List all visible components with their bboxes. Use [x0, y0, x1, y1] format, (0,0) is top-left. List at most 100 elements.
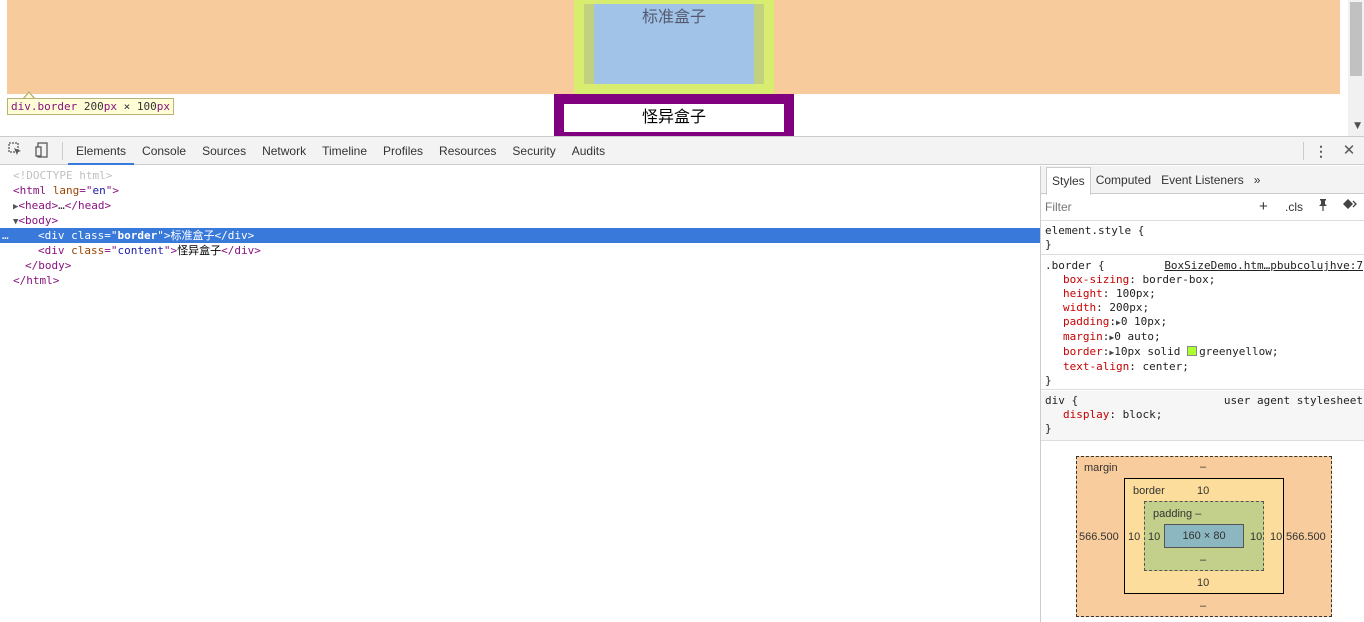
tab-timeline[interactable]: Timeline	[314, 137, 375, 165]
div1-class-attr: class	[71, 229, 105, 242]
div-tag-name: div	[44, 229, 65, 242]
prop-border[interactable]: border:▶10px solid greenyellow;	[1041, 345, 1364, 360]
device-mode-icon[interactable]	[33, 142, 51, 160]
scroll-down-icon[interactable]: ▼	[1354, 121, 1361, 131]
node-actions-ellipsis[interactable]: …	[2, 228, 9, 243]
page-viewport: 标准盒子 怪异盒子 div.border 200px × 100px ▼	[0, 0, 1364, 136]
head-collapsed: …	[58, 199, 65, 212]
head-close-tag-name: head	[78, 199, 105, 212]
color-swatch-icon[interactable]	[1187, 346, 1198, 356]
tree-div-border-selected[interactable]: … <div class="border">标准盒子</div>	[0, 228, 1040, 243]
div2-close-tag-name: div	[234, 244, 255, 257]
prop-display: display: block;	[1063, 408, 1163, 421]
prop-value: block;	[1122, 408, 1163, 421]
prop-value: border-box;	[1142, 273, 1216, 286]
prop-name: border	[1063, 345, 1103, 358]
prop-text-align[interactable]: text-align: center;	[1041, 360, 1364, 374]
tab-security[interactable]: Security	[504, 137, 563, 165]
doctype-text: <!DOCTYPE html>	[13, 169, 113, 182]
tab-styles[interactable]: Styles	[1046, 167, 1091, 195]
tree-body[interactable]: ▼<body>	[0, 213, 1040, 228]
tab-event-listeners[interactable]: Event Listeners	[1156, 166, 1249, 194]
tree-html-close[interactable]: </html>	[0, 273, 1040, 288]
div1-text: 标准盒子	[170, 229, 215, 242]
padding-bottom-value[interactable]: –	[1200, 554, 1206, 566]
styles-filter-row: + .cls	[1041, 195, 1364, 221]
tree-body-close[interactable]: </body>	[0, 258, 1040, 273]
cls-toggle-button[interactable]: .cls	[1285, 200, 1303, 214]
tab-audits[interactable]: Audits	[564, 137, 613, 165]
element-style-close: }	[1045, 238, 1052, 251]
margin-right-value[interactable]: 566.500	[1286, 531, 1326, 543]
prop-width[interactable]: width: 200px;	[1041, 301, 1364, 315]
prop-name: box-sizing	[1063, 273, 1130, 286]
div2-tag-name: div	[44, 244, 65, 257]
html-tag-name: html	[19, 184, 47, 197]
body-tag-name: body	[25, 214, 52, 227]
prop-value: 0 auto;	[1114, 330, 1161, 343]
prop-height[interactable]: height: 100px;	[1041, 287, 1364, 301]
tab-profiles[interactable]: Profiles	[375, 137, 431, 165]
inspect-element-icon[interactable]	[6, 142, 24, 160]
new-style-rule-icon[interactable]: +	[1259, 198, 1268, 215]
border-bottom-value[interactable]: 10	[1197, 577, 1209, 589]
padding-label: padding –	[1153, 508, 1202, 520]
margin-bottom-value[interactable]: –	[1200, 600, 1206, 612]
tab-resources[interactable]: Resources	[431, 137, 504, 165]
tab-elements[interactable]: Elements	[68, 137, 135, 165]
html-close-tag-name: html	[26, 274, 53, 287]
border-right-value[interactable]: 10	[1270, 531, 1282, 543]
elements-tree: <!DOCTYPE html> <html lang="en"> ▶<head>…	[0, 166, 1040, 622]
prop-value: center;	[1142, 360, 1189, 373]
prop-color-name: greenyellow;	[1199, 345, 1279, 358]
padding-left-value[interactable]: 10	[1148, 531, 1160, 543]
more-vert-icon[interactable]: ⋮	[1312, 142, 1330, 160]
prop-box-sizing[interactable]: box-sizing: border-box;	[1041, 273, 1364, 287]
close-icon[interactable]: ✕	[1340, 142, 1358, 160]
rule-border: BoxSizeDemo.htm…pbubcolujhve:7 .border {…	[1041, 256, 1364, 390]
box-model-content[interactable]: 160 × 80	[1164, 524, 1244, 548]
tab-console[interactable]: Console	[134, 137, 194, 165]
rule-border-source-link[interactable]: BoxSizeDemo.htm…pbubcolujhve:7	[1164, 259, 1363, 273]
tooltip-height: 100	[136, 100, 157, 113]
div2-class-value: content	[117, 244, 164, 257]
padding-right-value[interactable]: 10	[1250, 531, 1262, 543]
scrollbar-thumb[interactable]	[1350, 2, 1362, 76]
user-agent-stylesheet-label: user agent stylesheet	[1223, 394, 1363, 407]
border-left-value[interactable]: 10	[1128, 531, 1140, 543]
prop-padding[interactable]: padding:▶0 10px;	[1041, 315, 1364, 330]
head-tag-name: head	[25, 199, 52, 212]
toolbar-separator-right	[1303, 142, 1304, 160]
prop-name: text-align	[1063, 360, 1130, 373]
tooltip-unit-2: px	[156, 100, 170, 113]
html-lang-attr: lang	[52, 184, 80, 197]
pin-state-icon[interactable]	[1317, 198, 1329, 214]
standard-box-text: 标准盒子	[641, 7, 706, 26]
prop-value: 0 10px;	[1120, 315, 1168, 328]
margin-top-value[interactable]: –	[1200, 461, 1206, 473]
prop-value: 100px;	[1116, 287, 1156, 300]
styles-filter-input[interactable]	[1045, 200, 1245, 214]
rule-border-close: }	[1045, 374, 1052, 387]
tree-div-content[interactable]: <div class="content">怪异盒子</div>	[0, 243, 1040, 258]
tree-html[interactable]: <html lang="en">	[0, 183, 1040, 198]
tooltip-unit: px	[103, 100, 117, 113]
chevron-more-icon[interactable]: »	[1249, 166, 1266, 194]
tab-computed[interactable]: Computed	[1091, 166, 1156, 194]
tab-network[interactable]: Network	[254, 137, 314, 165]
margin-left-value[interactable]: 566.500	[1079, 531, 1119, 543]
div1-close-tag-name: div	[227, 229, 248, 242]
tree-doctype[interactable]: <!DOCTYPE html>	[0, 168, 1040, 183]
tab-sources[interactable]: Sources	[194, 137, 254, 165]
border-label: border	[1133, 485, 1165, 497]
prop-value: 200px;	[1109, 301, 1150, 314]
devtools-toolbar: Elements Console Sources Network Timelin…	[0, 137, 1364, 165]
prop-margin[interactable]: margin:▶0 auto;	[1041, 330, 1364, 345]
inspect-tooltip: div.border 200px × 100px	[7, 98, 174, 115]
tree-head[interactable]: ▶<head>…</head>	[0, 198, 1040, 213]
page-scrollbar[interactable]: ▼	[1348, 0, 1364, 136]
element-state-icon[interactable]	[1342, 198, 1358, 213]
element-style-selector[interactable]: element.style {	[1041, 224, 1364, 238]
devtools-tabs: Elements Console Sources Network Timelin…	[68, 137, 613, 165]
border-top-value[interactable]: 10	[1197, 485, 1209, 497]
